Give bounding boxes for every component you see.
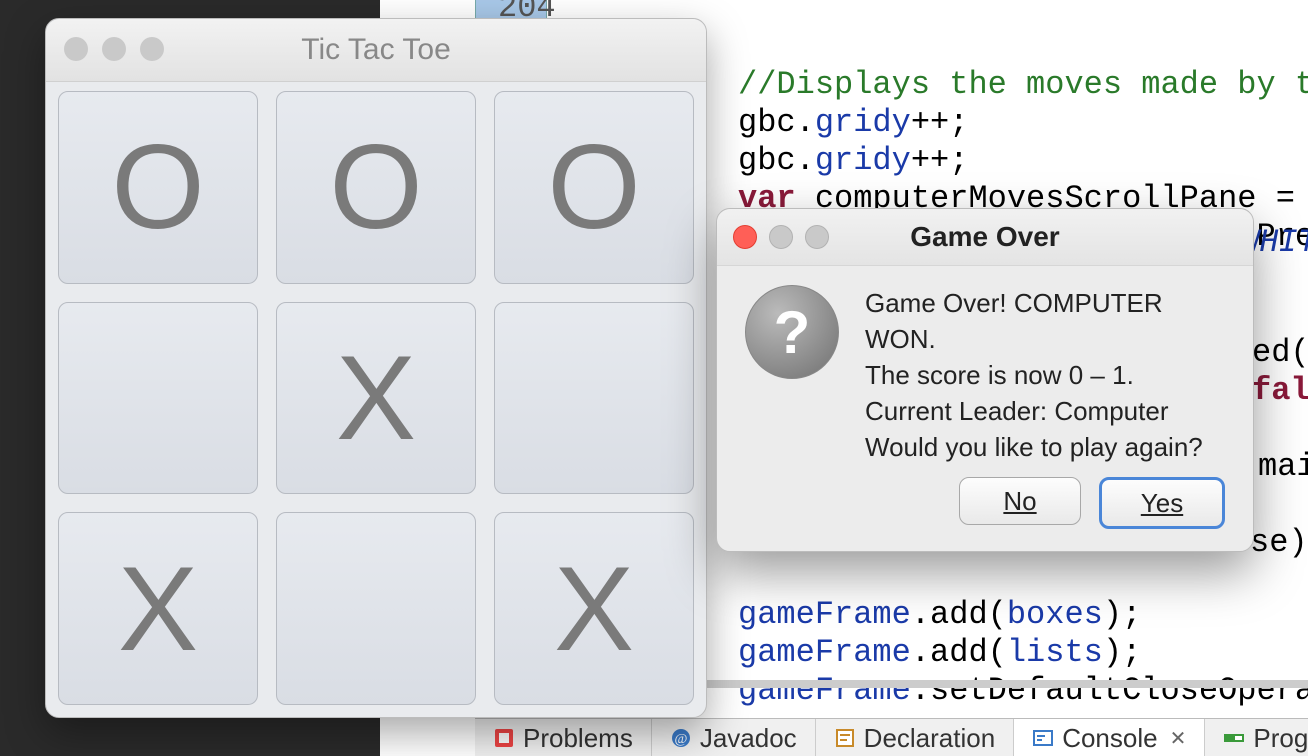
- tab-progress[interactable]: Progress: [1205, 719, 1308, 756]
- tab-problems[interactable]: Problems: [475, 719, 652, 756]
- code-token: gameFrame: [738, 634, 911, 671]
- code-token: );: [1103, 634, 1141, 671]
- code-token: gridy: [815, 142, 911, 179]
- window-titlebar[interactable]: Tic Tac Toe: [46, 19, 706, 82]
- dialog-message: Game Over! COMPUTER WON. The score is no…: [865, 285, 1225, 465]
- progress-icon: [1223, 727, 1245, 749]
- declaration-icon: [834, 727, 856, 749]
- cell-7[interactable]: [276, 512, 476, 705]
- no-button[interactable]: No: [959, 477, 1081, 525]
- cell-6[interactable]: X: [58, 512, 258, 705]
- code-token: .add(: [911, 596, 1007, 633]
- code-token: gridy: [815, 104, 911, 141]
- code-token: gbc.: [738, 104, 815, 141]
- tab-label: Console: [1062, 723, 1157, 754]
- bottom-tab-bar: Problems @ Javadoc Declaration Console ✕: [475, 718, 1308, 756]
- code-token: boxes: [1007, 596, 1103, 633]
- code-token: .add(: [911, 634, 1007, 671]
- code-token: gameFrame: [738, 596, 911, 633]
- code-token: ++;: [911, 142, 969, 179]
- cell-5[interactable]: [494, 302, 694, 495]
- game-over-dialog: Game Over ? Game Over! COMPUTER WON. The…: [716, 208, 1254, 552]
- question-icon: ?: [745, 285, 839, 379]
- cell-1[interactable]: O: [276, 91, 476, 284]
- code-fragment: mai: [1258, 448, 1308, 485]
- dialog-title: Game Over: [717, 221, 1253, 253]
- code-token: .setDefaultCloseOpera: [911, 672, 1308, 709]
- game-grid: O O O X X X: [58, 91, 694, 705]
- cell-mark: O: [547, 127, 640, 247]
- code-token: ++;: [911, 104, 969, 141]
- tab-label: Problems: [523, 723, 633, 754]
- problems-icon: [493, 727, 515, 749]
- cell-0[interactable]: O: [58, 91, 258, 284]
- tab-declaration[interactable]: Declaration: [816, 719, 1015, 756]
- cell-2[interactable]: O: [494, 91, 694, 284]
- svg-text:@: @: [674, 732, 687, 747]
- code-comment: //Displays the moves made by t: [738, 66, 1308, 103]
- code-fragment: se);: [1250, 524, 1308, 561]
- close-icon[interactable]: ✕: [1170, 726, 1187, 751]
- cell-4[interactable]: X: [276, 302, 476, 495]
- code-token: lists: [1007, 634, 1103, 671]
- cell-3[interactable]: [58, 302, 258, 495]
- cell-mark: X: [118, 549, 198, 669]
- cell-mark: X: [336, 338, 416, 458]
- dialog-titlebar[interactable]: Game Over: [717, 209, 1253, 266]
- screenshot-root: 204 //Displays the moves made by t gbc.g…: [0, 0, 1308, 756]
- editor-scroll-indicator: [700, 680, 1308, 688]
- code-token: gbc.: [738, 142, 815, 179]
- tab-label: Progress: [1253, 723, 1308, 754]
- tictactoe-window: Tic Tac Toe O O O X X X: [45, 18, 707, 718]
- tab-label: Javadoc: [700, 723, 797, 754]
- dialog-line: The score is now 0 – 1.: [865, 357, 1225, 393]
- yes-button[interactable]: Yes: [1099, 477, 1225, 529]
- dialog-body: ? Game Over! COMPUTER WON. The score is …: [745, 285, 1225, 465]
- cell-8[interactable]: X: [494, 512, 694, 705]
- dialog-line: Game Over! COMPUTER WON.: [865, 285, 1225, 357]
- javadoc-icon: @: [670, 727, 692, 749]
- window-title: Tic Tac Toe: [46, 33, 706, 67]
- tab-label: Declaration: [864, 723, 996, 754]
- button-label: No: [1003, 486, 1036, 517]
- dialog-button-row: No Yes: [959, 477, 1225, 529]
- code-token: gameFrame: [738, 672, 911, 709]
- code-fragment: ed(f: [1252, 334, 1308, 371]
- dialog-line: Would you like to play again?: [865, 429, 1225, 465]
- dialog-line: Current Leader: Computer: [865, 393, 1225, 429]
- tab-javadoc[interactable]: @ Javadoc: [652, 719, 816, 756]
- cell-mark: O: [111, 127, 204, 247]
- cell-mark: X: [554, 549, 634, 669]
- button-label: Yes: [1141, 488, 1183, 519]
- console-icon: [1032, 727, 1054, 749]
- code-fragment: fals: [1252, 372, 1308, 409]
- cell-mark: O: [329, 127, 422, 247]
- tab-console[interactable]: Console ✕: [1014, 719, 1205, 756]
- code-token: );: [1103, 596, 1141, 633]
